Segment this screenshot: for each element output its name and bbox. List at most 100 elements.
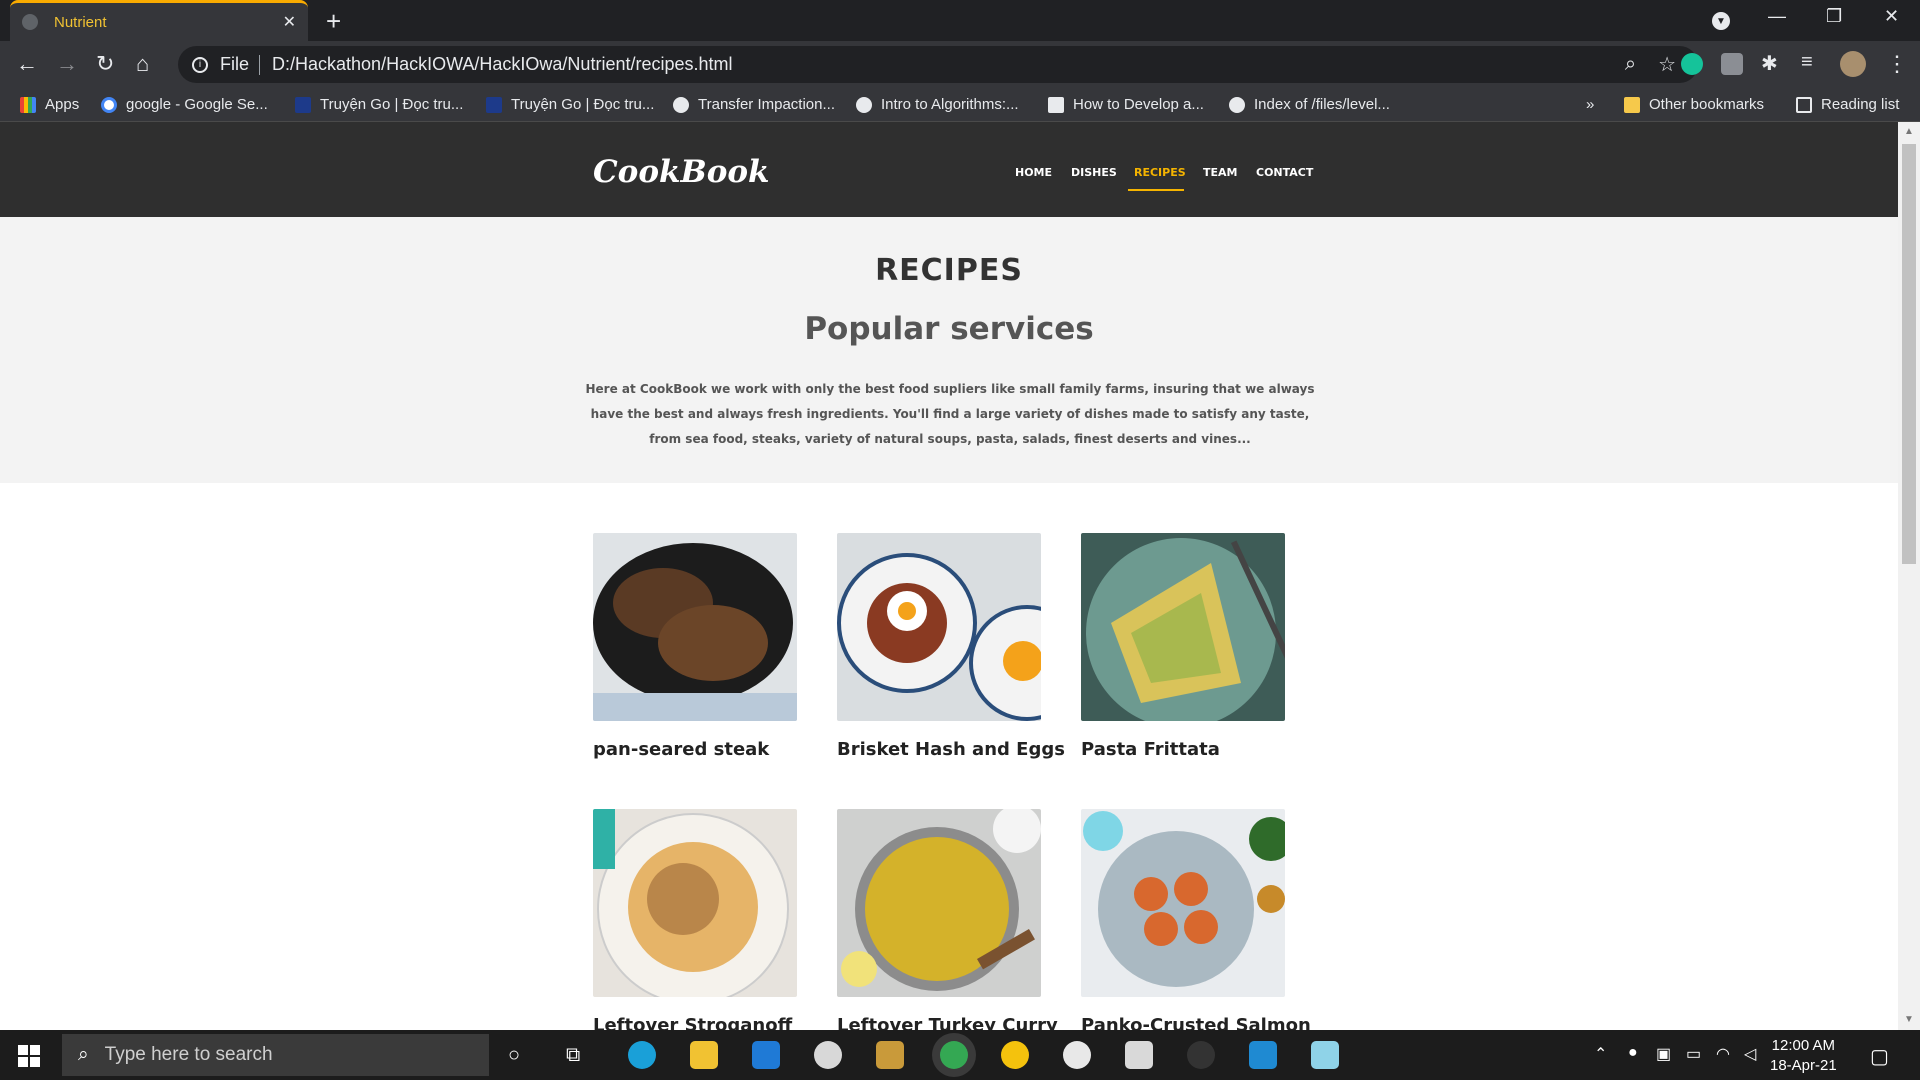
- windows-start-icon[interactable]: [18, 1045, 40, 1067]
- nav-contact[interactable]: CONTACT: [1256, 166, 1313, 179]
- close-tab-icon[interactable]: ✕: [283, 12, 296, 32]
- app-icon[interactable]: [1001, 1041, 1029, 1069]
- notifications-icon[interactable]: ▢: [1870, 1044, 1889, 1069]
- extension-icon[interactable]: [1721, 53, 1743, 75]
- other-bookmarks[interactable]: Other bookmarks: [1624, 96, 1764, 113]
- recipe-name[interactable]: Panko-Crusted Salmon: [1081, 1015, 1311, 1030]
- restore-icon[interactable]: ❐: [1826, 6, 1842, 27]
- app-icon[interactable]: [1311, 1041, 1339, 1069]
- bookmark-truyen-2[interactable]: Truyện Go | Đọc tru...: [486, 96, 654, 113]
- cortana-icon[interactable]: ○: [508, 1044, 520, 1067]
- browser-tab[interactable]: Nutrient ✕: [10, 0, 308, 41]
- recipe-card[interactable]: pan-seared steak: [593, 533, 797, 760]
- vscode-icon[interactable]: [1249, 1041, 1277, 1069]
- puzzle-extensions-icon[interactable]: ✱: [1761, 51, 1778, 76]
- bookmark-label: Other bookmarks: [1649, 96, 1765, 113]
- app-icon[interactable]: [1125, 1041, 1153, 1069]
- recipe-card[interactable]: Leftover Turkey Curry: [837, 809, 1058, 1030]
- volume-icon[interactable]: ◁: [1744, 1044, 1756, 1064]
- globe-icon: [1229, 96, 1245, 113]
- nav-home[interactable]: HOME: [1015, 166, 1052, 179]
- app-icon[interactable]: [1187, 1041, 1215, 1069]
- media-queue-icon[interactable]: ≡: [1801, 51, 1813, 74]
- home-icon[interactable]: ⌂: [136, 51, 149, 77]
- recipe-image-salmon[interactable]: [1081, 809, 1285, 997]
- scroll-down-icon[interactable]: ▼: [1904, 1014, 1914, 1025]
- recipe-image-brisket-hash[interactable]: [837, 533, 1041, 721]
- battery-icon[interactable]: ▭: [1686, 1044, 1701, 1064]
- reload-icon[interactable]: ↻: [96, 51, 114, 77]
- forward-icon[interactable]: →: [56, 51, 78, 77]
- bookmark-develop[interactable]: How to Develop a...: [1048, 96, 1204, 113]
- reading-list-icon: [1796, 96, 1812, 113]
- bookmark-label: Truyện Go | Đọc tru...: [511, 96, 655, 113]
- bookmark-star-icon[interactable]: ☆: [1658, 52, 1676, 77]
- site-icon: [295, 96, 311, 113]
- back-icon[interactable]: ←: [16, 51, 38, 77]
- tab-search-icon[interactable]: ▼: [1712, 12, 1730, 30]
- globe-icon: [22, 14, 38, 30]
- site-logo[interactable]: CookBook: [593, 154, 770, 190]
- recipe-card[interactable]: Pasta Frittata: [1081, 533, 1285, 760]
- recipe-image-turkey-curry[interactable]: [837, 809, 1041, 997]
- recipe-card[interactable]: Panko-Crusted Salmon: [1081, 809, 1311, 1030]
- close-window-icon[interactable]: ✕: [1884, 6, 1899, 27]
- taskbar-search-box[interactable]: ⌕ Type here to search: [62, 1034, 489, 1076]
- grammarly-extension-icon[interactable]: [1681, 53, 1703, 75]
- taskbar-search-placeholder: Type here to search: [104, 1044, 273, 1065]
- bookmark-apps[interactable]: Apps: [20, 96, 79, 113]
- alienware-icon[interactable]: [814, 1041, 842, 1069]
- scrollbar-thumb[interactable]: [1902, 144, 1916, 564]
- show-hidden-icons-icon[interactable]: ⌃: [1594, 1044, 1607, 1064]
- recipe-image-steak[interactable]: [593, 533, 797, 721]
- bookmark-label: Intro to Algorithms:...: [881, 96, 1019, 113]
- chrome-icon[interactable]: [940, 1041, 968, 1069]
- nav-team[interactable]: TEAM: [1203, 166, 1237, 179]
- reading-list[interactable]: Reading list: [1796, 96, 1899, 113]
- league-of-legends-icon[interactable]: [876, 1041, 904, 1069]
- recipe-name[interactable]: Brisket Hash and Eggs: [837, 739, 1065, 760]
- google-icon: [101, 96, 117, 113]
- bookmark-algorithms[interactable]: Intro to Algorithms:...: [856, 96, 1019, 113]
- bookmark-google[interactable]: google - Google Se...: [101, 96, 268, 113]
- globe-icon: [856, 96, 872, 113]
- minimize-icon[interactable]: —: [1768, 6, 1786, 27]
- recipe-card[interactable]: Brisket Hash and Eggs: [837, 533, 1065, 760]
- recipe-name[interactable]: pan-seared steak: [593, 739, 797, 760]
- recipe-image-frittata[interactable]: [1081, 533, 1285, 721]
- edge-icon[interactable]: [628, 1041, 656, 1069]
- recipe-card[interactable]: Leftover Stroganoff: [593, 809, 797, 1030]
- bookmark-transfer[interactable]: Transfer Impaction...: [673, 96, 835, 113]
- scroll-up-icon[interactable]: ▲: [1904, 126, 1914, 137]
- bookmark-truyen-1[interactable]: Truyện Go | Đọc tru...: [295, 96, 463, 113]
- hero-section: RECIPES Popular services Here at CookBoo…: [0, 217, 1898, 483]
- bookmark-index[interactable]: Index of /files/level...: [1229, 96, 1390, 113]
- profile-avatar[interactable]: [1840, 51, 1866, 77]
- bookmark-label: Transfer Impaction...: [698, 96, 835, 113]
- mail-icon[interactable]: [752, 1041, 780, 1069]
- url-text[interactable]: D:/Hackathon/HackIOWA/HackIOwa/Nutrient/…: [272, 54, 1625, 75]
- new-tab-button[interactable]: +: [326, 6, 341, 37]
- task-view-icon[interactable]: ⧉: [566, 1044, 580, 1067]
- recipe-name[interactable]: Leftover Stroganoff: [593, 1015, 797, 1030]
- bookmarks-overflow-button[interactable]: »: [1586, 96, 1594, 113]
- recipe-image-stroganoff[interactable]: [593, 809, 797, 997]
- file-explorer-icon[interactable]: [690, 1041, 718, 1069]
- bookmark-label: google - Google Se...: [126, 96, 268, 113]
- app-icon[interactable]: [1063, 1041, 1091, 1069]
- zoom-icon[interactable]: ⌕: [1625, 53, 1636, 76]
- site-icon: [1048, 96, 1064, 113]
- recipe-name[interactable]: Leftover Turkey Curry: [837, 1015, 1058, 1030]
- microphone-icon[interactable]: ●: [1628, 1044, 1638, 1062]
- network-status-icon[interactable]: ▣: [1656, 1044, 1671, 1064]
- page-scrollbar[interactable]: ▲ ▼: [1898, 122, 1920, 1030]
- bookmark-label: Apps: [45, 96, 80, 113]
- nav-dishes[interactable]: DISHES: [1071, 166, 1117, 179]
- nav-recipes[interactable]: RECIPES: [1134, 166, 1186, 179]
- recipe-name[interactable]: Pasta Frittata: [1081, 739, 1285, 760]
- info-icon[interactable]: i: [192, 56, 208, 73]
- address-bar[interactable]: i File D:/Hackathon/HackIOWA/HackIOwa/Nu…: [178, 46, 1698, 83]
- wifi-icon[interactable]: ◠: [1716, 1044, 1730, 1064]
- menu-kebab-icon[interactable]: ⋮: [1886, 51, 1908, 77]
- system-clock[interactable]: 12:00 AM 18-Apr-21: [1770, 1036, 1837, 1076]
